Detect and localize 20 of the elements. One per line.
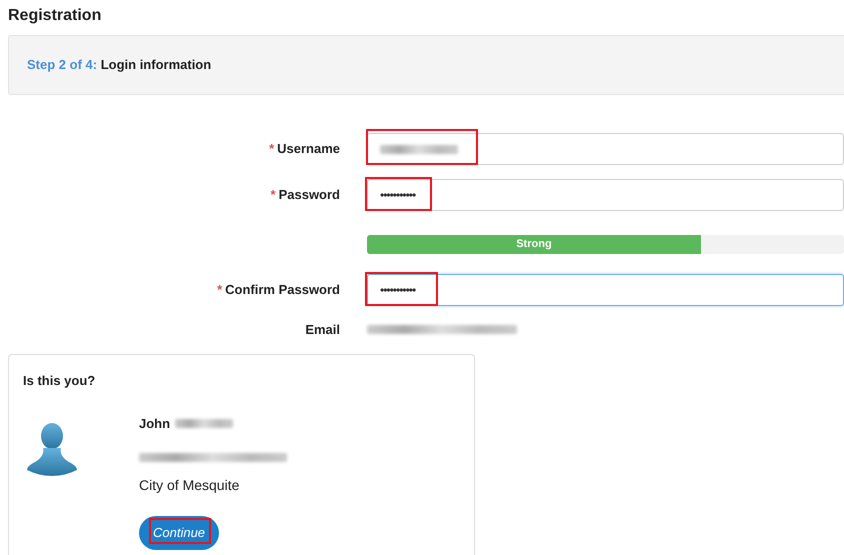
input-field[interactable]: ••••••••••• bbox=[367, 274, 844, 306]
person-name: John bbox=[139, 415, 170, 434]
step-title: Login information bbox=[100, 57, 212, 72]
field-value: ••••••••••• bbox=[380, 187, 416, 204]
input-field[interactable]: ••••••••••• bbox=[367, 179, 844, 212]
field-label: Username bbox=[277, 141, 340, 156]
user-icon bbox=[25, 422, 79, 476]
field-label: Password bbox=[278, 187, 340, 202]
field-label: Confirm Password bbox=[225, 282, 340, 298]
required-marker: * bbox=[269, 141, 274, 156]
page-title: Registration bbox=[8, 6, 102, 26]
strength-fill: Strong bbox=[367, 235, 701, 254]
field-label: Email bbox=[305, 322, 340, 338]
continue-button[interactable]: Continue bbox=[139, 516, 220, 550]
card-title: Is this you? bbox=[23, 372, 96, 390]
required-marker: * bbox=[217, 282, 222, 298]
organization-text: City of Mesquite bbox=[139, 476, 240, 496]
step-counter: Step 2 of 4: bbox=[27, 57, 98, 72]
field-value: ••••••••••• bbox=[380, 282, 416, 300]
required-marker: * bbox=[270, 187, 276, 202]
